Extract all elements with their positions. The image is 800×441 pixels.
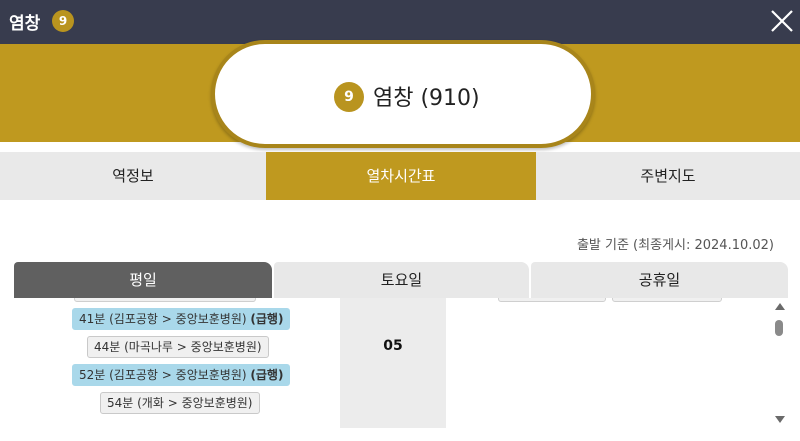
list-item[interactable]: 41분 (김포공항 > 중앙보훈병원) (급행) xyxy=(72,308,291,330)
scroll-down-arrow-icon[interactable] xyxy=(775,416,785,423)
timetable-grid: 41분 (김포공항 > 중앙보훈병원) (급행) 44분 (마곡나루 > 중앙보… xyxy=(14,298,774,428)
tab-weekday[interactable]: 평일 xyxy=(14,262,272,298)
list-item xyxy=(74,298,256,302)
tab-station-info[interactable]: 역정보 xyxy=(0,152,266,200)
tab-timetable[interactable]: 열차시간표 xyxy=(266,152,536,200)
departure-text: 41분 (김포공항 > 중앙보훈병원) xyxy=(79,312,247,326)
day-type-tabs: 평일 토요일 공휴일 xyxy=(14,262,788,298)
title-bar: 염창 9 xyxy=(0,0,800,44)
timetable-basis-note: 출발 기준 (최종게시: 2024.10.02) xyxy=(576,238,774,253)
window-title: 염창 xyxy=(9,14,41,34)
departure-text: 52분 (김포공항 > 중앙보훈병원) xyxy=(79,368,247,382)
list-item xyxy=(612,298,722,302)
hour-column: 05 xyxy=(340,298,446,428)
tab-nearby-map[interactable]: 주변지도 xyxy=(536,152,800,200)
departures-column: 41분 (김포공항 > 중앙보훈병원) (급행) 44분 (마곡나루 > 중앙보… xyxy=(14,298,340,428)
tab-holiday[interactable]: 공휴일 xyxy=(531,262,788,298)
express-label: (급행) xyxy=(250,368,284,382)
station-tabs: 역정보 열차시간표 주변지도 xyxy=(0,152,800,200)
timetable-scrollbar[interactable] xyxy=(772,298,788,428)
line-badge: 9 xyxy=(52,10,74,32)
hour-label: 05 xyxy=(383,338,403,354)
departure-text: 54분 (개화 > 중앙보훈병원) xyxy=(107,396,253,410)
line-number-badge: 9 xyxy=(334,82,364,112)
list-item[interactable]: 54분 (개화 > 중앙보훈병원) xyxy=(100,392,260,414)
tab-saturday[interactable]: 토요일 xyxy=(274,262,529,298)
close-icon xyxy=(771,10,793,32)
departure-text: 44분 (마곡나루 > 중앙보훈병원) xyxy=(94,340,262,354)
express-label: (급행) xyxy=(250,312,284,326)
scroll-thumb[interactable] xyxy=(775,320,783,336)
close-button[interactable] xyxy=(768,7,796,35)
station-name-card: 9 염창 (910) xyxy=(211,40,595,148)
scroll-up-arrow-icon[interactable] xyxy=(775,303,785,310)
list-item xyxy=(498,298,606,302)
list-item[interactable]: 44분 (마곡나루 > 중앙보훈병원) xyxy=(87,336,269,358)
list-item[interactable]: 52분 (김포공항 > 중앙보훈병원) (급행) xyxy=(72,364,291,386)
station-name: 염창 (910) xyxy=(373,86,480,111)
